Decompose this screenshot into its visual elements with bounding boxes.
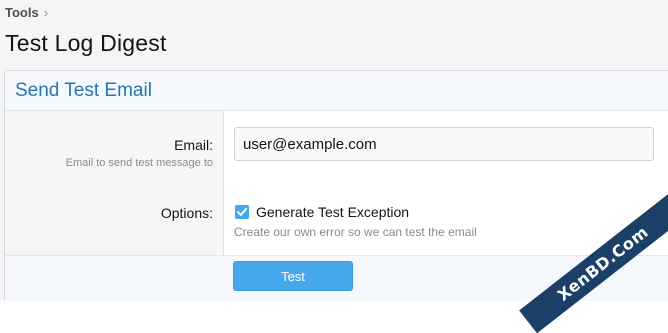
email-label: Email: <box>174 137 213 153</box>
options-label: Options: <box>160 205 213 221</box>
checkbox-checked[interactable] <box>235 205 249 219</box>
section-title: Send Test Email <box>5 71 668 111</box>
checkbox-label: Generate Test Exception <box>256 204 410 220</box>
page-title: Test Log Digest <box>5 30 167 56</box>
option-hint: Create our own error so we can test the … <box>234 225 477 239</box>
breadcrumb-item-tools[interactable]: Tools <box>5 5 39 20</box>
email-field[interactable] <box>234 127 654 161</box>
form-body: Email: Email to send test message to Opt… <box>5 111 668 255</box>
checkmark-icon <box>237 208 247 216</box>
breadcrumb: Tools › <box>5 5 48 20</box>
email-hint: Email to send test message to <box>65 157 213 169</box>
label-column: Email: Email to send test message to Opt… <box>5 111 224 255</box>
form-block: Send Test Email Email: Email to send tes… <box>4 70 668 301</box>
chevron-right-icon: › <box>43 5 49 20</box>
generate-exception-option[interactable]: Generate Test Exception <box>235 204 409 220</box>
page: Tools › Test Log Digest Send Test Email … <box>0 0 668 333</box>
test-button[interactable]: Test <box>233 261 353 291</box>
